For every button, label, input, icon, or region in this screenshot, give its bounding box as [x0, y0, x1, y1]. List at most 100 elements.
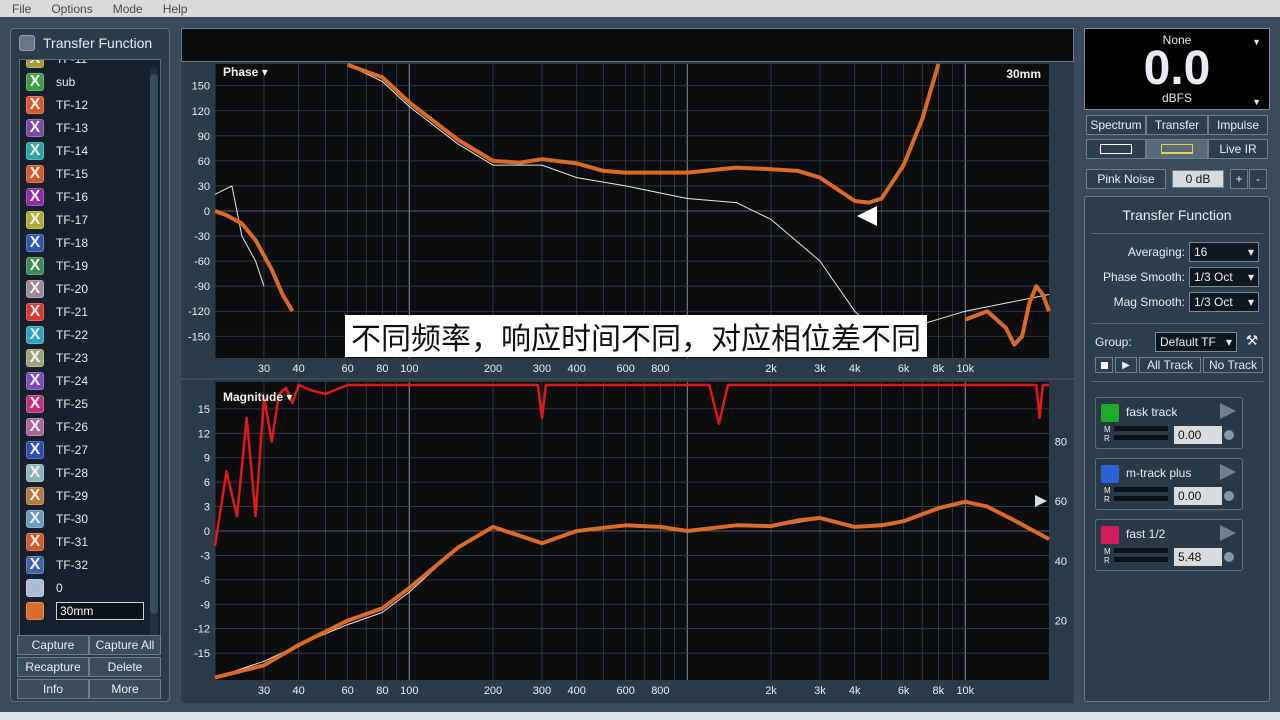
trace-item[interactable]: X TF-13 — [26, 117, 88, 139]
trace-hidden-icon[interactable]: X — [26, 372, 44, 390]
trace-hidden-icon[interactable]: X — [26, 487, 44, 505]
trace-item[interactable]: X TF-30 — [26, 508, 88, 530]
trace-item[interactable]: X TF-15 — [26, 163, 88, 185]
level-down-button[interactable]: - — [1249, 169, 1267, 189]
trace-item[interactable]: X TF-20 — [26, 278, 88, 300]
trace-item[interactable]: X TF-21 — [26, 301, 88, 323]
trace-item[interactable]: Xsub — [26, 71, 75, 93]
trace-hidden-icon[interactable]: X — [26, 510, 44, 528]
trace-hidden-icon[interactable]: X — [26, 96, 44, 114]
trace-hidden-icon[interactable]: X — [26, 464, 44, 482]
trace-swatch[interactable] — [26, 579, 44, 597]
scrollbar-thumb[interactable] — [150, 74, 158, 614]
trace-item[interactable]: 0 — [26, 577, 63, 599]
trace-name-input[interactable] — [56, 602, 144, 620]
trace-item[interactable]: X TF-16 — [26, 186, 88, 208]
capture-all-button[interactable]: Capture All — [89, 635, 161, 655]
magnitude-label[interactable]: Magnitude ▾ — [223, 390, 292, 404]
trace-swatch[interactable] — [26, 602, 44, 620]
capture-button[interactable]: Capture — [17, 635, 89, 655]
track-strip[interactable]: m-track plus M R 0.00 — [1095, 458, 1243, 510]
no-track-button[interactable]: No Track — [1203, 357, 1263, 373]
trace-item[interactable]: X TF-14 — [26, 140, 88, 162]
trace-item[interactable]: X TF-11 — [26, 60, 87, 70]
all-track-button[interactable]: All Track — [1139, 357, 1201, 373]
trace-hidden-icon[interactable]: X — [26, 326, 44, 344]
trace-item[interactable]: X TF-26 — [26, 416, 88, 438]
trace-hidden-icon[interactable]: X — [26, 234, 44, 252]
menu-file[interactable]: File — [0, 2, 31, 16]
trace-item[interactable]: X TF-32 — [26, 554, 88, 576]
trace-hidden-icon[interactable]: X — [26, 257, 44, 275]
track-status-dot[interactable] — [1224, 491, 1234, 501]
delete-button[interactable]: Delete — [89, 657, 161, 677]
pink-noise-button[interactable]: Pink Noise — [1086, 169, 1166, 189]
unit-dropdown-icon[interactable]: ▼ — [1252, 97, 1261, 107]
track-gain-field[interactable]: 0.00 — [1174, 426, 1222, 444]
trace-list-scrollbar[interactable] — [150, 68, 158, 648]
active-trace-item[interactable] — [26, 600, 144, 622]
single-view-button[interactable] — [1086, 139, 1146, 159]
menu-mode[interactable]: Mode — [101, 2, 143, 16]
trace-item[interactable]: X TF-18 — [26, 232, 88, 254]
tab-transfer[interactable]: Transfer — [1146, 115, 1208, 135]
trace-hidden-icon[interactable]: X — [26, 441, 44, 459]
trace-hidden-icon[interactable]: X — [26, 73, 44, 91]
trace-hidden-icon[interactable]: X — [26, 418, 44, 436]
trace-hidden-icon[interactable]: X — [26, 349, 44, 367]
tab-impulse[interactable]: Impulse — [1208, 115, 1268, 135]
trace-hidden-icon[interactable]: X — [26, 303, 44, 321]
track-strip[interactable]: fask track M R 0.00 — [1095, 397, 1243, 449]
menu-help[interactable]: Help — [151, 2, 188, 16]
group-dropdown[interactable]: Default TF ▾ — [1155, 332, 1237, 352]
select-all-checkbox[interactable] — [19, 35, 35, 51]
trace-item[interactable]: X TF-19 — [26, 255, 88, 277]
play-icon[interactable] — [1220, 403, 1236, 419]
level-up-button[interactable]: + — [1230, 169, 1248, 189]
trace-item[interactable]: X TF-31 — [26, 531, 88, 553]
trace-item[interactable]: X TF-27 — [26, 439, 88, 461]
play-button[interactable]: ▶ — [1115, 357, 1137, 373]
trace-hidden-icon[interactable]: X — [26, 395, 44, 413]
phase-label[interactable]: Phase ▾ — [223, 65, 268, 79]
trace-hidden-icon[interactable]: X — [26, 280, 44, 298]
track-color-swatch[interactable] — [1101, 404, 1119, 422]
track-gain-field[interactable]: 0.00 — [1174, 487, 1222, 505]
track-color-swatch[interactable] — [1101, 465, 1119, 483]
trace-hidden-icon[interactable]: X — [26, 142, 44, 160]
trace-hidden-icon[interactable]: X — [26, 60, 44, 68]
more-button[interactable]: More — [89, 679, 161, 699]
mag-smooth-dropdown[interactable]: 1/3 Oct ▾ — [1189, 292, 1259, 312]
track-color-swatch[interactable] — [1101, 526, 1119, 544]
play-icon[interactable] — [1220, 525, 1236, 541]
trace-item[interactable]: X TF-24 — [26, 370, 88, 392]
plots[interactable]: Phase ▾ 30mm 1501209060300-30-60-90-120-… — [181, 62, 1074, 703]
trace-item[interactable]: X TF-17 — [26, 209, 88, 231]
trace-item[interactable]: X TF-23 — [26, 347, 88, 369]
track-status-dot[interactable] — [1224, 552, 1234, 562]
tools-icon[interactable]: ⚒ — [1243, 332, 1261, 352]
recapture-button[interactable]: Recapture — [17, 657, 89, 677]
generator-level-field[interactable]: 0 dB — [1172, 170, 1224, 188]
stop-button[interactable] — [1095, 357, 1113, 373]
phase-smooth-dropdown[interactable]: 1/3 Oct ▾ — [1189, 267, 1259, 287]
menu-options[interactable]: Options — [39, 2, 92, 16]
averaging-dropdown[interactable]: 16 ▾ — [1189, 242, 1259, 262]
trace-item[interactable]: X TF-29 — [26, 485, 88, 507]
trace-hidden-icon[interactable]: X — [26, 119, 44, 137]
trace-hidden-icon[interactable]: X — [26, 211, 44, 229]
trace-item[interactable]: X TF-12 — [26, 94, 88, 116]
trace-hidden-icon[interactable]: X — [26, 165, 44, 183]
play-icon[interactable] — [1220, 464, 1236, 480]
trace-hidden-icon[interactable]: X — [26, 556, 44, 574]
trace-hidden-icon[interactable]: X — [26, 188, 44, 206]
trace-item[interactable]: X TF-28 — [26, 462, 88, 484]
track-status-dot[interactable] — [1224, 430, 1234, 440]
track-strip[interactable]: fast 1/2 M R 5.48 — [1095, 519, 1243, 571]
trace-item[interactable]: X TF-22 — [26, 324, 88, 346]
trace-item[interactable]: X TF-25 — [26, 393, 88, 415]
dual-view-button[interactable] — [1146, 139, 1208, 159]
live-ir-button[interactable]: Live IR — [1208, 139, 1268, 159]
trace-hidden-icon[interactable]: X — [26, 533, 44, 551]
track-gain-field[interactable]: 5.48 — [1174, 548, 1222, 566]
